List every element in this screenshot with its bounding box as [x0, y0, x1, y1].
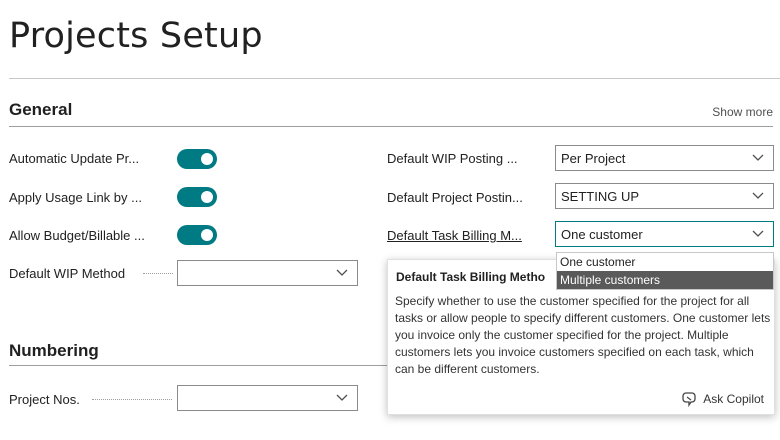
- page-title: Projects Setup: [9, 16, 263, 56]
- toggle-knob: [201, 191, 213, 203]
- field-label-default-wip-posting: Default WIP Posting ...: [387, 151, 518, 166]
- chevron-down-icon: [336, 394, 348, 401]
- title-divider: [9, 78, 780, 79]
- dropdown-option-one-customer[interactable]: One customer: [557, 253, 773, 271]
- project-nos-select[interactable]: [177, 385, 358, 411]
- copilot-icon: [682, 392, 696, 408]
- field-label-apply-usage-link: Apply Usage Link by ...: [9, 190, 142, 205]
- general-divider: [9, 126, 773, 127]
- automatic-update-toggle[interactable]: [177, 149, 217, 169]
- field-label-default-project-posting: Default Project Postin...: [387, 190, 523, 205]
- numbering-heading[interactable]: Numbering: [9, 341, 99, 361]
- billing-method-dropdown[interactable]: One customer Multiple customers: [556, 252, 774, 290]
- chevron-down-icon: [752, 192, 764, 199]
- field-label-default-wip-method: Default WIP Method: [9, 266, 126, 281]
- ask-copilot-label: Ask Copilot: [703, 392, 764, 406]
- allow-budget-billable-toggle[interactable]: [177, 225, 217, 245]
- field-label-automatic-update: Automatic Update Pr...: [9, 151, 140, 166]
- chevron-down-icon: [336, 269, 348, 276]
- show-more-link[interactable]: Show more: [712, 105, 773, 119]
- label-leader-dots: [143, 273, 173, 274]
- select-value: One customer: [561, 227, 643, 242]
- label-leader-dots: [92, 399, 172, 400]
- general-heading[interactable]: General: [9, 100, 72, 120]
- select-value: SETTING UP: [561, 189, 640, 204]
- select-value: Per Project: [561, 151, 626, 166]
- tooltip-title: Default Task Billing Metho: [396, 270, 546, 284]
- default-wip-method-select[interactable]: [177, 260, 358, 286]
- default-wip-posting-select[interactable]: Per Project: [555, 145, 774, 171]
- apply-usage-link-toggle[interactable]: [177, 187, 217, 207]
- dropdown-option-multiple-customers[interactable]: Multiple customers: [557, 271, 773, 289]
- chevron-down-icon: [752, 230, 764, 237]
- default-project-posting-select[interactable]: SETTING UP: [555, 183, 774, 209]
- toggle-knob: [201, 153, 213, 165]
- numbering-divider: [9, 365, 387, 366]
- toggle-knob: [201, 229, 213, 241]
- default-task-billing-select[interactable]: One customer: [555, 221, 774, 247]
- field-label-default-task-billing[interactable]: Default Task Billing M...: [387, 228, 522, 243]
- field-label-allow-budget-billable: Allow Budget/Billable ...: [9, 228, 145, 243]
- ask-copilot-button[interactable]: Ask Copilot: [680, 390, 764, 408]
- field-label-project-nos: Project Nos.: [9, 392, 80, 407]
- tooltip-body: Specify whether to use the customer spec…: [395, 294, 771, 376]
- chevron-down-icon: [752, 154, 764, 161]
